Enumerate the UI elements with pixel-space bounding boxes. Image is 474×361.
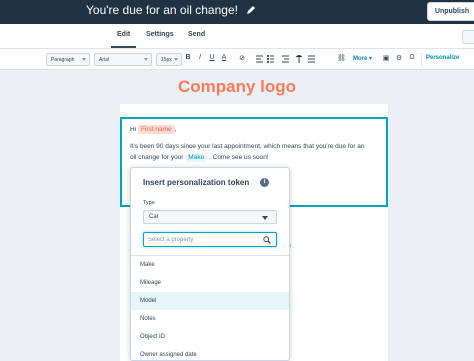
info-icon[interactable]: i	[260, 178, 269, 187]
chevron-down-icon	[144, 58, 148, 61]
property-option-owner-assigned-date[interactable]: Owner assigned date	[131, 346, 289, 360]
chevron-down-icon	[82, 58, 86, 61]
company-logo[interactable]: Company logo	[0, 77, 474, 97]
top-header: You're due for an oil change! Unpublish	[0, 0, 474, 24]
omega-icon[interactable]: Ω	[408, 54, 416, 61]
paragraph-select[interactable]: Paragraph	[46, 53, 90, 66]
first-name-token[interactable]: First name	[137, 125, 175, 134]
popover-title: Insert personalization token	[143, 178, 250, 187]
unpublish-button[interactable]: Unpublish	[427, 2, 474, 21]
rich-text-toolbar: Paragraph Arial 15px B I U A ⊘ ⛓ More ▾ …	[0, 49, 474, 70]
property-option-object-id[interactable]: Object ID	[131, 328, 289, 346]
search-icon[interactable]	[263, 236, 271, 244]
settings-icon[interactable]: ⚙	[395, 54, 403, 62]
email-title[interactable]: You're due for an oil change!	[86, 3, 238, 17]
underline-button[interactable]: U	[208, 54, 216, 61]
body-line-2-prefix: oil change for your	[130, 154, 184, 161]
bold-button[interactable]: B	[184, 54, 192, 61]
make-token[interactable]: Make	[185, 153, 208, 162]
image-icon[interactable]: ▣	[382, 54, 390, 62]
type-label: Type	[143, 200, 155, 206]
tab-settings[interactable]: Settings	[146, 31, 174, 38]
divider	[421, 53, 422, 66]
font-size-select[interactable]: 15px	[156, 53, 182, 66]
font-select[interactable]: Arial	[94, 53, 152, 66]
personalization-popover: Insert personalization token i Type Car …	[130, 167, 290, 361]
email-title-wrap[interactable]: You're due for an oil change!	[86, 3, 256, 17]
clear-format-button[interactable]: ⊘	[238, 54, 246, 62]
pencil-icon[interactable]	[246, 5, 256, 15]
greeting-line: Hi First name,	[130, 125, 177, 134]
align-list-icons[interactable]	[256, 55, 316, 64]
italic-button[interactable]: I	[196, 54, 204, 61]
body-line-1: It's been 90 days since your last appoin…	[130, 143, 365, 150]
tab-edit[interactable]: Edit	[110, 31, 137, 48]
font-size-value: 15px	[161, 57, 172, 63]
type-select-value: Car	[149, 214, 159, 220]
body-line-2: oil change for your Make . Come see us s…	[130, 153, 269, 162]
text-color-button[interactable]: A	[220, 54, 228, 61]
tab-bar: Edit Settings Send	[0, 24, 474, 49]
property-search[interactable]	[143, 232, 277, 247]
personalize-button[interactable]: Personalize	[426, 55, 459, 61]
property-option-notes[interactable]: Notes	[131, 310, 289, 328]
property-option-model[interactable]: Model	[131, 292, 289, 310]
more-dropdown[interactable]: More ▾	[353, 55, 372, 62]
font-select-value: Arial	[99, 57, 110, 63]
caret-down-icon	[262, 216, 268, 220]
side-panel-toggle[interactable]	[462, 30, 474, 44]
property-option-list: Make Mileage Model Notes Object ID Owner…	[131, 255, 289, 360]
property-search-input[interactable]	[148, 235, 258, 245]
type-select[interactable]: Car	[143, 210, 277, 224]
link-icon[interactable]: ⛓	[337, 54, 346, 62]
greeting-suffix: ,	[174, 126, 177, 133]
property-option-make[interactable]: Make	[131, 256, 289, 274]
chevron-down-icon	[174, 58, 178, 61]
body-line-2-suffix: . Come see us soon!	[209, 154, 269, 161]
paragraph-select-value: Paragraph	[51, 57, 75, 63]
tab-send[interactable]: Send	[188, 31, 205, 38]
greeting-prefix: Hi	[130, 126, 137, 133]
property-option-mileage[interactable]: Mileage	[131, 274, 289, 292]
more-label: More	[353, 56, 368, 62]
